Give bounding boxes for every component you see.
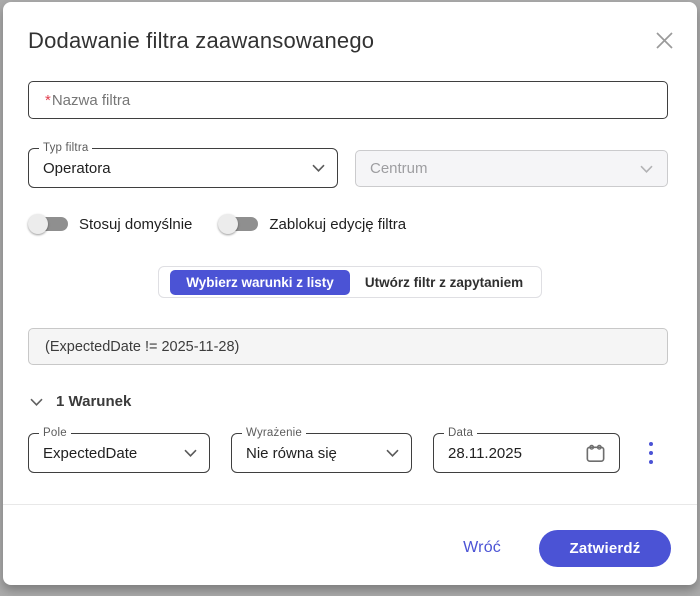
condition-date-label: Data <box>444 426 478 440</box>
condition-field-select[interactable]: Pole ExpectedDate <box>28 426 210 473</box>
lock-filter-edit-toggle[interactable]: Zablokuj edycję filtra <box>218 214 406 234</box>
apply-default-toggle-label: Stosuj domyślnie <box>79 215 193 233</box>
chevron-down-icon <box>640 165 653 173</box>
chevron-down-icon <box>386 449 399 457</box>
condition-operator-select[interactable]: Wyrażenie Nie równa się <box>231 426 412 473</box>
condition-more-menu-button[interactable] <box>642 438 660 468</box>
center-select: Centrum <box>355 150 668 187</box>
filter-expression-preview: (ExpectedDate != 2025-11-28) <box>28 328 668 365</box>
close-icon <box>655 31 673 49</box>
condition-operator-label: Wyrażenie <box>242 426 307 440</box>
footer-divider <box>3 504 697 505</box>
vertical-dots-icon <box>649 442 653 446</box>
required-asterisk: * <box>45 91 51 109</box>
filter-expression-text: (ExpectedDate != 2025-11-28) <box>45 338 240 355</box>
add-advanced-filter-dialog: Dodawanie filtra zaawansowanego * Nazwa f… <box>3 2 697 585</box>
condition-row: Pole ExpectedDate Wyrażenie Nie równa si… <box>28 426 677 473</box>
filter-name-placeholder: Nazwa filtra <box>51 91 131 109</box>
center-select-value: Centrum <box>370 160 428 177</box>
toggle-off-icon <box>218 214 259 234</box>
chevron-down-icon <box>30 398 43 406</box>
filter-type-value: Operatora <box>43 159 111 177</box>
toggle-row: Stosuj domyślnie Zablokuj edycję filtra <box>28 214 406 234</box>
toggle-off-icon <box>28 214 68 234</box>
tab-create-query[interactable]: Utwórz filtr z zapytaniem <box>350 270 538 295</box>
back-button[interactable]: Wróć <box>463 539 501 557</box>
filter-type-label: Typ filtra <box>39 141 93 155</box>
lock-filter-edit-toggle-label: Zablokuj edycję filtra <box>269 215 407 233</box>
conditions-collapse-header[interactable]: 1 Warunek <box>30 393 131 410</box>
condition-field-label: Pole <box>39 426 71 440</box>
apply-default-toggle[interactable]: Stosuj domyślnie <box>28 214 192 234</box>
filter-mode-tabs: Wybierz warunki z listy Utwórz filtr z z… <box>158 266 542 298</box>
filter-name-input[interactable]: * Nazwa filtra <box>28 81 668 119</box>
chevron-down-icon <box>312 164 325 172</box>
condition-operator-value: Nie równa się <box>246 444 337 462</box>
condition-field-value: ExpectedDate <box>43 444 138 462</box>
condition-date-input[interactable]: Data 28.11.2025 <box>433 426 620 473</box>
condition-date-value: 28.11.2025 <box>448 444 522 462</box>
dialog-title: Dodawanie filtra zaawansowanego <box>28 28 375 53</box>
submit-button[interactable]: Zatwierdź <box>539 529 671 567</box>
close-button[interactable] <box>651 27 677 53</box>
tab-select-conditions[interactable]: Wybierz warunki z listy <box>170 269 350 295</box>
filter-type-select[interactable]: Typ filtra Operatora <box>28 141 338 188</box>
calendar-icon[interactable] <box>584 442 607 465</box>
dialog-footer: Wróć Zatwierdź <box>463 522 671 574</box>
chevron-down-icon <box>184 449 197 457</box>
conditions-count-label: 1 Warunek <box>56 393 132 410</box>
